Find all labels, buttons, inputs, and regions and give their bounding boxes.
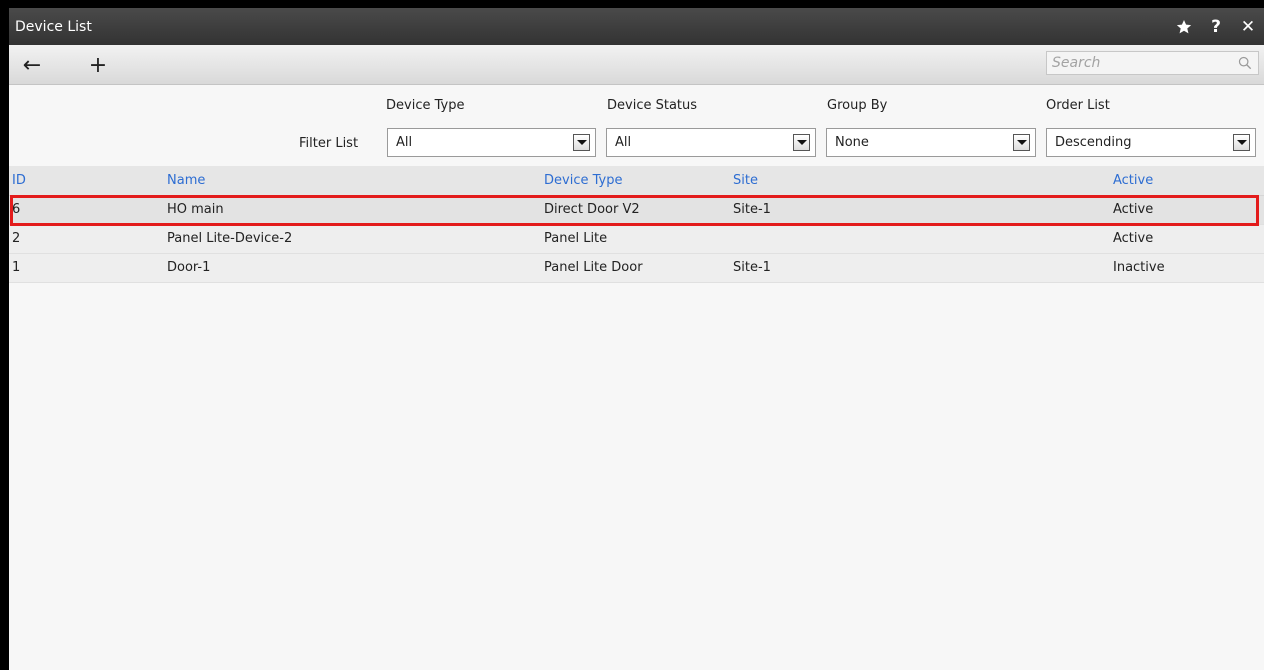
star-icon[interactable] [1168, 8, 1200, 45]
cell-site: Site-1 [733, 202, 771, 217]
device-table: ID Name Device Type Site Active 6 HO mai… [9, 166, 1264, 283]
plus-icon[interactable]: + [78, 45, 118, 85]
search-icon[interactable] [1238, 56, 1252, 70]
column-header-active[interactable]: Active [1113, 173, 1153, 188]
table-row[interactable]: 6 HO main Direct Door V2 Site-1 Active [9, 196, 1264, 225]
group-by-label: Group By [827, 98, 888, 113]
toolbar: ← + [9, 45, 1264, 85]
chevron-down-icon[interactable] [1013, 134, 1030, 151]
order-list-label: Order List [1046, 98, 1110, 113]
title-bar: Device List ? ✕ [9, 8, 1264, 45]
device-status-select[interactable]: All [606, 128, 816, 157]
column-header-site[interactable]: Site [733, 173, 758, 188]
help-icon[interactable]: ? [1200, 8, 1232, 45]
cell-name: HO main [167, 202, 224, 217]
cell-active: Active [1113, 202, 1154, 217]
device-type-value: All [396, 135, 413, 150]
window-controls: ? ✕ [1168, 8, 1264, 45]
order-list-value: Descending [1055, 135, 1132, 150]
column-header-id[interactable]: ID [12, 173, 26, 188]
cell-id: 6 [12, 202, 21, 217]
device-type-select[interactable]: All [387, 128, 596, 157]
cell-device-type: Direct Door V2 [544, 202, 640, 217]
device-status-value: All [615, 135, 632, 150]
cell-name: Door-1 [167, 260, 211, 275]
cell-device-type: Panel Lite [544, 231, 608, 246]
column-header-name[interactable]: Name [167, 173, 205, 188]
cell-site: Site-1 [733, 260, 771, 275]
device-type-label: Device Type [386, 98, 465, 113]
chevron-down-icon[interactable] [1233, 134, 1250, 151]
table-row[interactable]: 1 Door-1 Panel Lite Door Site-1 Inactive [9, 254, 1264, 283]
table-header: ID Name Device Type Site Active [9, 166, 1264, 196]
device-status-label: Device Status [607, 98, 698, 113]
back-arrow-icon[interactable]: ← [12, 45, 52, 85]
chevron-down-icon[interactable] [573, 134, 590, 151]
cell-active: Inactive [1113, 260, 1165, 275]
cell-name: Panel Lite-Device-2 [167, 231, 293, 246]
group-by-value: None [835, 135, 869, 150]
search-box [1046, 51, 1259, 75]
chevron-down-icon[interactable] [793, 134, 810, 151]
order-list-select[interactable]: Descending [1046, 128, 1256, 157]
cell-device-type: Panel Lite Door [544, 260, 643, 275]
table-row[interactable]: 2 Panel Lite-Device-2 Panel Lite Active [9, 225, 1264, 254]
window-title: Device List [15, 18, 92, 35]
group-by-select[interactable]: None [826, 128, 1036, 157]
column-header-device-type[interactable]: Device Type [544, 173, 622, 188]
search-input[interactable] [1047, 52, 1258, 74]
filter-list-label: Filter List [299, 136, 359, 151]
device-list-window: Device List ? ✕ ← + Device Type Device S… [9, 8, 1264, 670]
filter-panel: Device Type Device Status Group By Order… [9, 86, 1264, 166]
cell-active: Active [1113, 231, 1154, 246]
close-icon[interactable]: ✕ [1232, 8, 1264, 45]
cell-id: 1 [12, 260, 21, 275]
cell-id: 2 [12, 231, 21, 246]
